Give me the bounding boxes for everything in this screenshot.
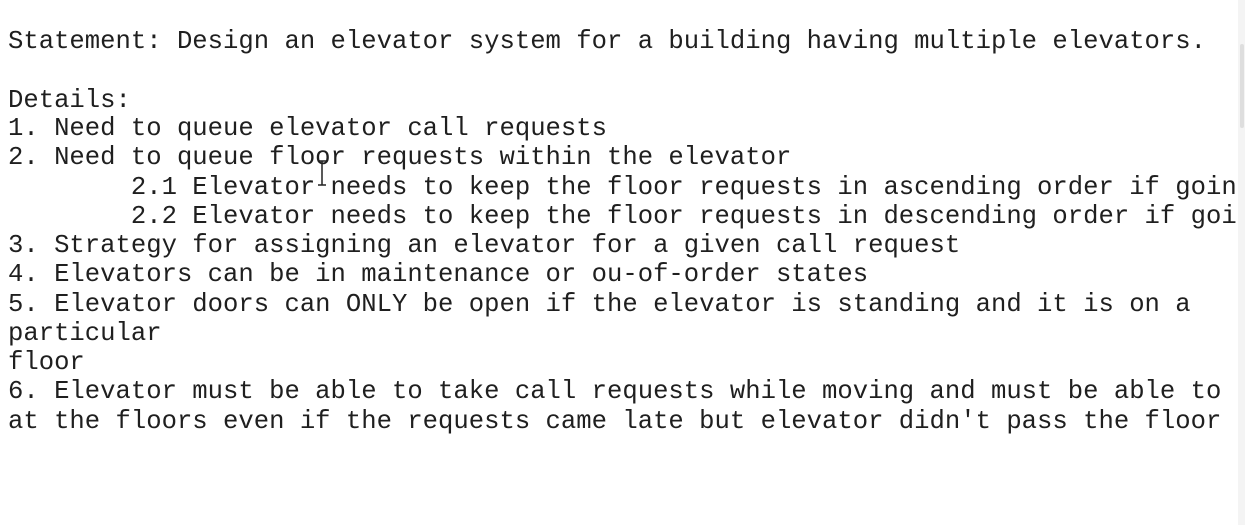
detail-line-5-cont-2: floor: [8, 348, 85, 377]
statement-line: Statement: Design an elevator system for…: [8, 27, 1206, 56]
detail-line-4: 4. Elevators can be in maintenance or ou…: [8, 260, 869, 289]
text-cursor-icon: [317, 160, 327, 186]
scrollbar-thumb[interactable]: [1240, 44, 1244, 128]
detail-line-2-2: 2.2 Elevator needs to keep the floor req…: [8, 202, 1238, 231]
details-heading: Details:: [8, 86, 131, 115]
detail-line-6: 6. Elevator must be able to take call re…: [8, 377, 1222, 406]
text-editor[interactable]: Statement: Design an elevator system for…: [0, 0, 1238, 525]
detail-line-2-1: 2.1 Elevator needs to keep the floor req…: [8, 173, 1238, 202]
detail-line-1: 1. Need to queue elevator call requests: [8, 114, 607, 143]
detail-line-6-cont: at the floors even if the requests came …: [8, 407, 1222, 436]
vertical-scrollbar[interactable]: [1238, 0, 1245, 525]
detail-line-2: 2. Need to queue floor requests within t…: [8, 143, 792, 172]
detail-line-3: 3. Strategy for assigning an elevator fo…: [8, 231, 961, 260]
detail-line-5-cont-1: particular: [8, 319, 162, 348]
detail-line-5: 5. Elevator doors can ONLY be open if th…: [8, 290, 1191, 319]
